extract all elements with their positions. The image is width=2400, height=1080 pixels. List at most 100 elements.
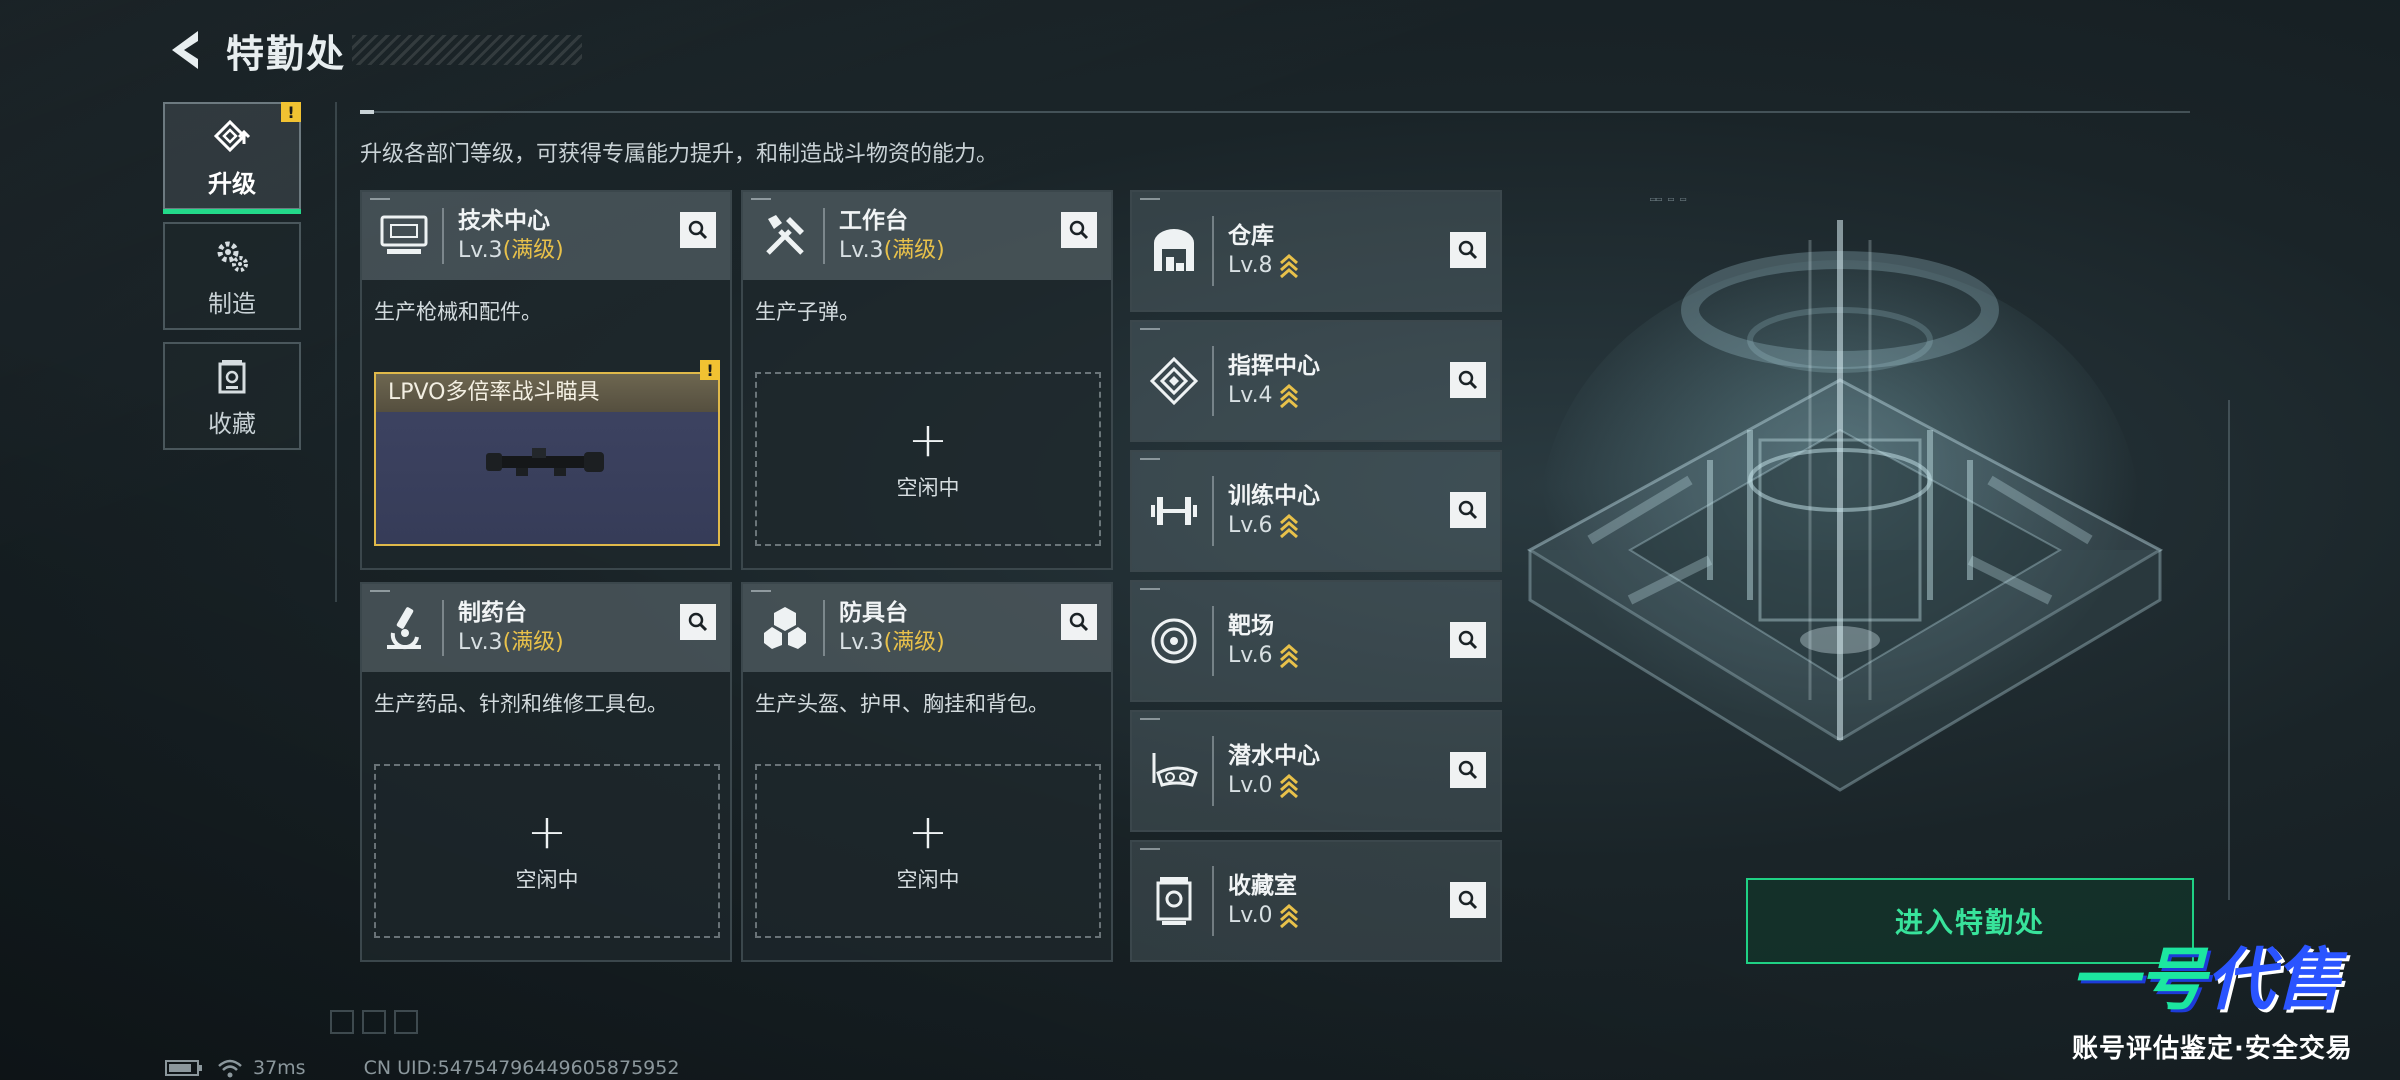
tab-upgrade-label: 升级 <box>208 169 256 198</box>
status-bar: 37ms CN UID:5475479644960587595​2 <box>165 1056 679 1080</box>
search-icon <box>688 612 708 632</box>
upgrade-chevron-icon <box>1279 904 1298 929</box>
production-slot-empty[interactable]: + 空闲中 <box>755 764 1101 938</box>
page-subtitle: 升级各部门等级，可获得专属能力提升，和制造战斗物资的能力。 <box>360 142 999 167</box>
tab-upgrade[interactable]: ! 升级 <box>163 102 301 214</box>
page-title: 特勤处 <box>226 31 347 76</box>
top-divider <box>360 110 2190 114</box>
dept-level: Lv.3 <box>458 630 503 655</box>
slot-status: 空闲中 <box>896 868 960 892</box>
dept-card-tech-center[interactable]: 技术中心 Lv.3(满级) 生产枪械和配件。 ! LPVO多倍率战斗瞄具 <box>360 190 732 570</box>
dept-card-workbench[interactable]: 工作台 Lv.3(满级) 生产子弹。 + 空闲中 <box>741 190 1113 570</box>
inspect-button[interactable] <box>1450 232 1486 268</box>
facility-name: 靶场 <box>1228 613 1274 639</box>
plus-icon: + <box>907 804 949 860</box>
facility-diving-center[interactable]: 潜水中心 Lv.0 <box>1130 710 1502 832</box>
rifle-scope-image <box>486 448 604 476</box>
facility-name: 指挥中心 <box>1228 353 1320 379</box>
dept-name: 防具台 <box>839 600 908 626</box>
search-icon <box>688 220 708 240</box>
monitor-icon <box>376 208 432 264</box>
dept-header: 技术中心 Lv.3(满级) <box>362 192 730 280</box>
tab-collection[interactable]: 收藏 <box>163 342 301 450</box>
upgrade-icon <box>213 119 251 152</box>
wifi-icon <box>218 1059 242 1078</box>
slot-status: 空闲中 <box>896 476 960 500</box>
inspect-button[interactable] <box>1450 752 1486 788</box>
upgrade-chevron-icon <box>1279 514 1298 539</box>
search-icon <box>1458 500 1478 520</box>
facility-level: Lv.6 <box>1228 513 1273 538</box>
production-slot-item[interactable]: ! LPVO多倍率战斗瞄具 <box>374 360 720 546</box>
battery-icon <box>165 1060 202 1076</box>
user-uid: CN UID:5475479644960587595​2 <box>363 1057 680 1079</box>
facility-level: Lv.4 <box>1228 383 1273 408</box>
dept-header: 制药台 Lv.3(满级) <box>362 584 730 672</box>
page-header: 特勤处 <box>160 20 583 80</box>
dept-name: 工作台 <box>839 208 908 234</box>
inspect-button[interactable] <box>680 604 716 640</box>
slot-status: 空闲中 <box>515 868 579 892</box>
facility-level: Lv.0 <box>1228 773 1273 798</box>
watermark: 一号 代售 账号评估鉴定·安全交易 <box>2070 928 2390 1068</box>
max-level-tag: (满级) <box>883 238 945 263</box>
dept-description: 生产药品、针剂和维修工具包。 <box>374 692 668 716</box>
dept-name: 技术中心 <box>458 208 550 234</box>
dept-card-pharmacy[interactable]: 制药台 Lv.3(满级) 生产药品、针剂和维修工具包。 + 空闲中 <box>360 582 732 962</box>
max-level-tag: (满级) <box>883 630 945 655</box>
inspect-button[interactable] <box>1061 212 1097 248</box>
facility-name: 仓库 <box>1228 223 1274 249</box>
tab-collection-label: 收藏 <box>208 409 256 438</box>
facility-warehouse[interactable]: 仓库 Lv.8 <box>1130 190 1502 312</box>
max-level-tag: (满级) <box>502 238 564 263</box>
target-icon <box>1146 613 1202 669</box>
facility-level: Lv.6 <box>1228 643 1273 668</box>
facility-command-center[interactable]: 指挥中心 Lv.4 <box>1130 320 1502 442</box>
warning-badge: ! <box>700 360 720 380</box>
search-icon <box>1458 890 1478 910</box>
armor-boxes-icon <box>757 600 813 656</box>
facility-shooting-range[interactable]: 靶场 Lv.6 <box>1130 580 1502 702</box>
dept-description: 生产头盔、护甲、胸挂和背包。 <box>755 692 1049 716</box>
production-slot-empty[interactable]: + 空闲中 <box>374 764 720 938</box>
facility-collection-room[interactable]: 收藏室 Lv.0 <box>1130 840 1502 962</box>
inspect-button[interactable] <box>680 212 716 248</box>
upgrade-chevron-icon <box>1279 774 1298 799</box>
dept-card-armor-bench[interactable]: 防具台 Lv.3(满级) 生产头盔、护甲、胸挂和背包。 + 空闲中 <box>741 582 1113 962</box>
facility-level: Lv.8 <box>1228 253 1273 278</box>
inspect-button[interactable] <box>1450 362 1486 398</box>
facility-training-center[interactable]: 训练中心 Lv.6 <box>1130 450 1502 572</box>
dept-description: 生产枪械和配件。 <box>374 300 542 324</box>
inspect-button[interactable] <box>1061 604 1097 640</box>
search-icon <box>1458 760 1478 780</box>
inspect-button[interactable] <box>1450 492 1486 528</box>
headquarters-3d-view: ▭▭ ▭ ▭ <box>1527 195 2164 792</box>
plus-icon: + <box>526 804 568 860</box>
facility-name: 潜水中心 <box>1228 743 1320 769</box>
back-button[interactable] <box>160 20 208 80</box>
ping-value: 37ms <box>253 1057 306 1079</box>
production-slot-empty[interactable]: + 空闲中 <box>755 372 1101 546</box>
tab-craft-label: 制造 <box>208 289 256 318</box>
search-icon <box>1069 220 1089 240</box>
gears-icon <box>217 241 248 272</box>
search-icon <box>1458 630 1478 650</box>
collection-icon <box>218 359 246 393</box>
facility-name: 收藏室 <box>1228 873 1297 899</box>
facility-name: 训练中心 <box>1228 483 1320 509</box>
command-icon <box>1146 353 1202 409</box>
upgrade-chevron-icon <box>1279 644 1298 669</box>
inspect-button[interactable] <box>1450 622 1486 658</box>
dept-header: 防具台 Lv.3(满级) <box>743 584 1111 672</box>
vertical-divider <box>335 102 337 602</box>
svg-text:▭▭ ▭ ▭: ▭▭ ▭ ▭ <box>1650 195 1686 206</box>
tools-icon <box>757 208 813 264</box>
plus-icon: + <box>907 412 949 468</box>
watermark-tagline: 账号评估鉴定·安全交易 <box>2072 1034 2353 1064</box>
dept-description: 生产子弹。 <box>755 300 860 324</box>
collection-room-icon <box>1146 873 1202 929</box>
diving-mask-icon <box>1146 743 1202 799</box>
inspect-button[interactable] <box>1450 882 1486 918</box>
tab-craft[interactable]: 制造 <box>163 222 301 330</box>
warehouse-icon <box>1146 223 1202 279</box>
